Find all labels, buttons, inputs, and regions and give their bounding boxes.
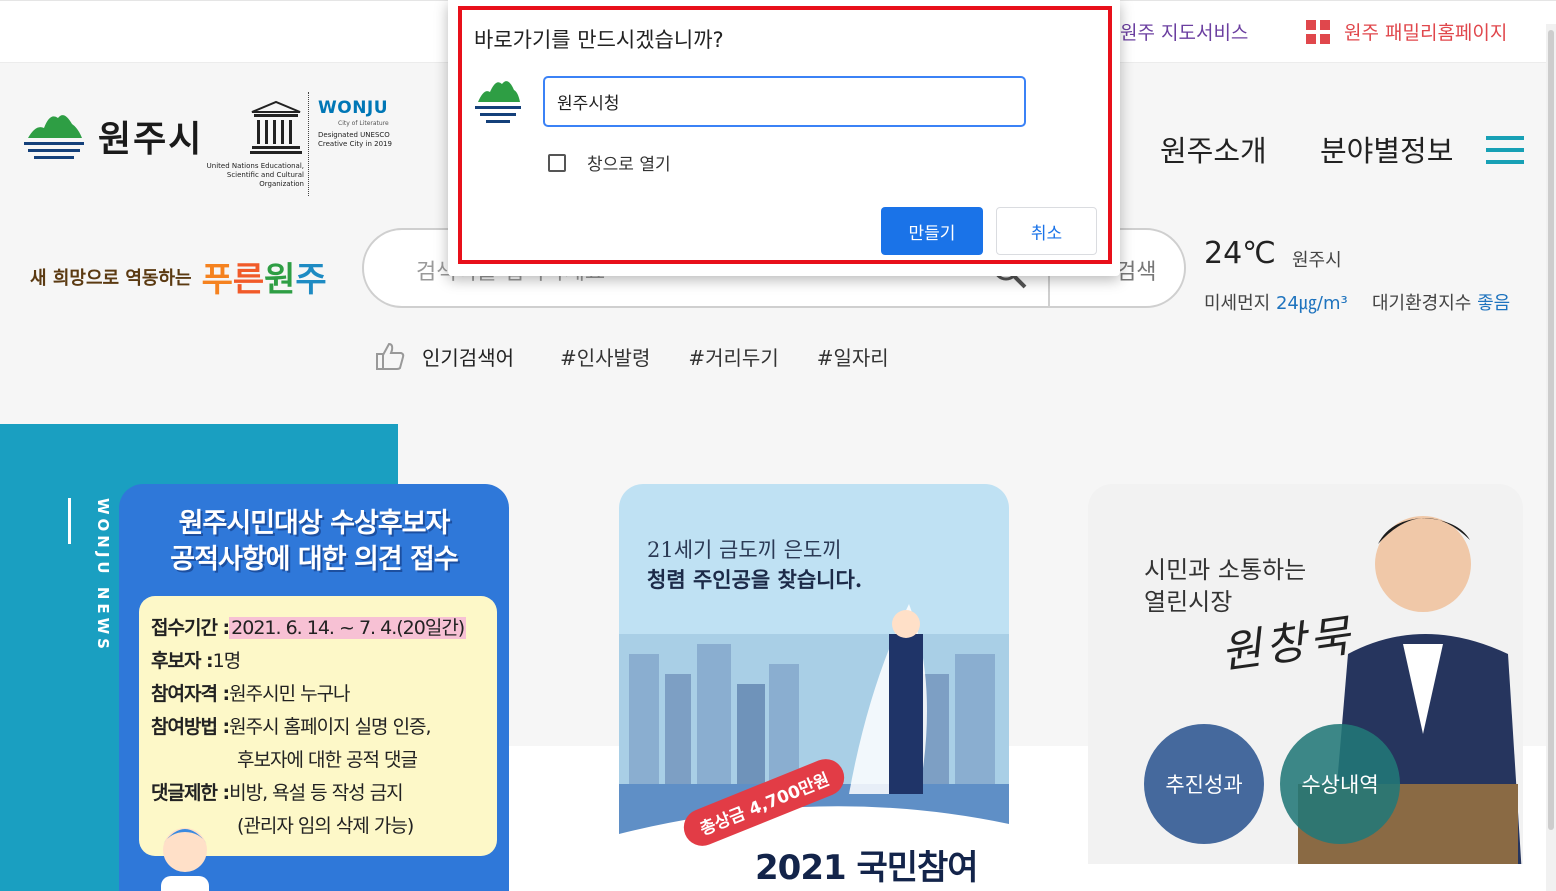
- slogan-char: 푸: [201, 260, 233, 300]
- card1-title: 원주시민대상 수상후보자 공적사항에 대한 의견 접수: [119, 506, 509, 578]
- card1-title-line1: 원주시민대상 수상후보자: [178, 508, 451, 539]
- news-card-mayor[interactable]: 시민과 소통하는 열린시장 원창묵 추진성과 수상내역: [1088, 484, 1523, 891]
- wonju-lit-title: WONJU: [318, 98, 389, 118]
- candidate-label: 후보자 :: [151, 650, 214, 672]
- cancel-button[interactable]: 취소: [996, 207, 1097, 255]
- shortcut-name-input[interactable]: [543, 76, 1026, 127]
- grid-icon: [1306, 19, 1330, 44]
- period-value: 2021. 6. 14. ~ 7. 4.(20일간): [229, 617, 467, 639]
- dialog-title: 바로가기를 만드시겠습니까?: [474, 28, 724, 52]
- open-as-window-label[interactable]: 창으로 열기: [587, 150, 671, 175]
- site-favicon-icon: [475, 81, 521, 123]
- card3-line2: 열린시장: [1144, 588, 1233, 616]
- unesco-emblem: United Nations Educational, Scientific a…: [200, 100, 304, 189]
- slogan-big: 푸른원주: [202, 252, 327, 301]
- card2-line1: 21세기 금도끼 은도끼: [647, 538, 842, 562]
- limit-label: 댓글제한 :: [151, 782, 230, 804]
- card2-headline: 2021 국민참여: [755, 848, 979, 888]
- slogan-char: 른: [232, 260, 265, 300]
- scrollbar-thumb[interactable]: [1548, 30, 1554, 830]
- keyword-link[interactable]: #인사발령: [560, 342, 650, 371]
- candidate-value: 1명: [212, 650, 242, 672]
- popular-keywords: 인기검색어 #인사발령 #거리두기 #일자리: [374, 341, 911, 371]
- city-slogan: 새 희망으로 역동하는 푸른원주: [30, 252, 327, 301]
- open-as-window-checkbox[interactable]: [548, 154, 566, 172]
- weather-city: 원주시: [1292, 250, 1342, 271]
- limit-value-1: 비방, 욕설 등 작성 금지: [229, 782, 404, 804]
- card3-footer: [1088, 864, 1523, 891]
- air-quality-info: 대기환경지수 좋음: [1372, 289, 1510, 315]
- fine-dust-value: 24㎍/m³: [1275, 293, 1348, 314]
- slogan-char: 주: [295, 260, 327, 300]
- nav-wonju-intro[interactable]: 원주소개: [1160, 128, 1267, 170]
- news-section-label: WONJU NEWS: [90, 498, 114, 668]
- card1-title-line2: 공적사항에 대한 의견 접수: [170, 544, 458, 575]
- wonju-city-of-literature-badge: WONJU City of Literature Designated UNES…: [318, 98, 418, 149]
- news-card-citizen-award[interactable]: 원주시민대상 수상후보자 공적사항에 대한 의견 접수 접수기간 :2021. …: [119, 484, 509, 891]
- keyword-link[interactable]: #일자리: [817, 342, 889, 371]
- awards-button[interactable]: 수상내역: [1280, 724, 1400, 844]
- news-label-text: WONJU NEWS: [94, 498, 112, 653]
- news-card-integrity[interactable]: 21세기 금도끼 은도끼 청렴 주인공을 찾습니다. 총상금 4,700만원 2…: [619, 484, 1009, 891]
- eligibility-label: 참여자격 :: [151, 683, 230, 705]
- thumbs-up-icon: [376, 342, 405, 370]
- achievements-button[interactable]: 추진성과: [1144, 724, 1264, 844]
- search-button[interactable]: 검색: [1116, 254, 1156, 286]
- keyword-link[interactable]: #거리두기: [688, 342, 778, 371]
- wonju-lit-caption: Designated UNESCO Creative City in 2019: [318, 131, 392, 148]
- nav-field-info[interactable]: 분야별정보: [1320, 128, 1453, 170]
- slogan-small: 새 희망으로 역동하는: [30, 267, 192, 289]
- card3-line1: 시민과 소통하는: [1144, 556, 1307, 584]
- card2-line2: 청렴 주인공을 찾습니다.: [647, 567, 863, 592]
- period-label: 접수기간 :: [151, 617, 230, 639]
- method-value-2: 후보자에 대한 공적 댓글: [237, 749, 418, 771]
- air-quality-label: 대기환경지수: [1372, 293, 1472, 314]
- hamburger-menu-icon[interactable]: [1486, 136, 1524, 164]
- wonju-city-logo[interactable]: 원주시: [22, 108, 203, 164]
- logo-divider: [308, 92, 309, 196]
- city-name: 원주시: [98, 119, 204, 160]
- news-accent-bar: [68, 498, 71, 544]
- unesco-caption: United Nations Educational, Scientific a…: [206, 162, 304, 188]
- air-quality-value: 좋음: [1477, 293, 1511, 314]
- wonju-lit-subtitle: City of Literature: [338, 120, 389, 127]
- fine-dust-info: 미세먼지 24㎍/m³: [1204, 289, 1348, 315]
- slogan-char: 원: [264, 260, 296, 300]
- popular-keywords-label: 인기검색어: [422, 345, 514, 370]
- method-label: 참여방법 :: [151, 716, 230, 738]
- method-value-1: 원주시 홈페이지 실명 인증,: [229, 716, 431, 738]
- fine-dust-label: 미세먼지: [1204, 293, 1271, 314]
- wonju-mountain-icon: [24, 115, 84, 159]
- create-button[interactable]: 만들기: [881, 207, 983, 255]
- map-service-link[interactable]: 원주 지도서비스: [1120, 18, 1248, 45]
- temperature: 24℃: [1204, 236, 1276, 271]
- eligibility-value: 원주시민 누구나: [229, 683, 350, 705]
- family-homepage-link[interactable]: 원주 패밀리홈페이지: [1306, 18, 1507, 45]
- unesco-temple-icon: [250, 100, 302, 154]
- person-illustration-icon: [161, 828, 209, 891]
- family-homepage-label: 원주 패밀리홈페이지: [1344, 22, 1508, 44]
